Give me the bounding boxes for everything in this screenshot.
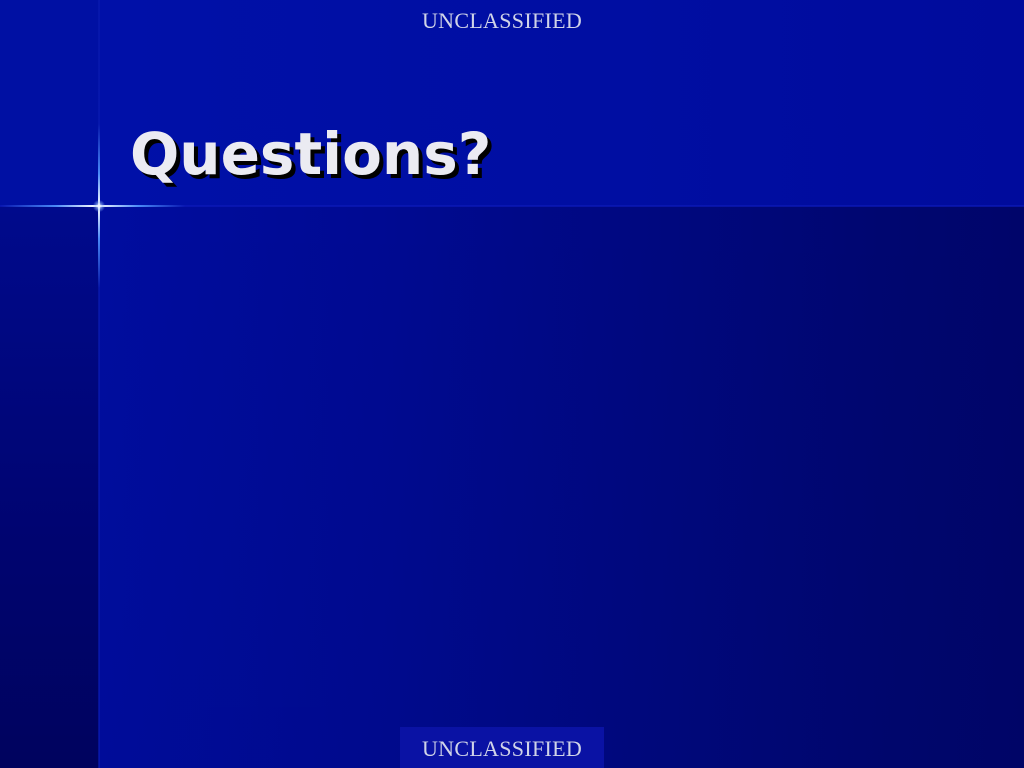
vertical-divider xyxy=(98,0,100,768)
content-shade xyxy=(99,206,1024,768)
classification-banner-bottom: UNCLASSIFIED xyxy=(421,736,583,761)
classification-banner-top: UNCLASSIFIED xyxy=(421,8,583,33)
slide-title: Questions? xyxy=(130,120,492,188)
left-strip xyxy=(0,206,99,768)
presentation-slide: UNCLASSIFIED Questions? UNCLASSIFIED xyxy=(0,0,1024,768)
sparkle-icon xyxy=(93,200,105,212)
